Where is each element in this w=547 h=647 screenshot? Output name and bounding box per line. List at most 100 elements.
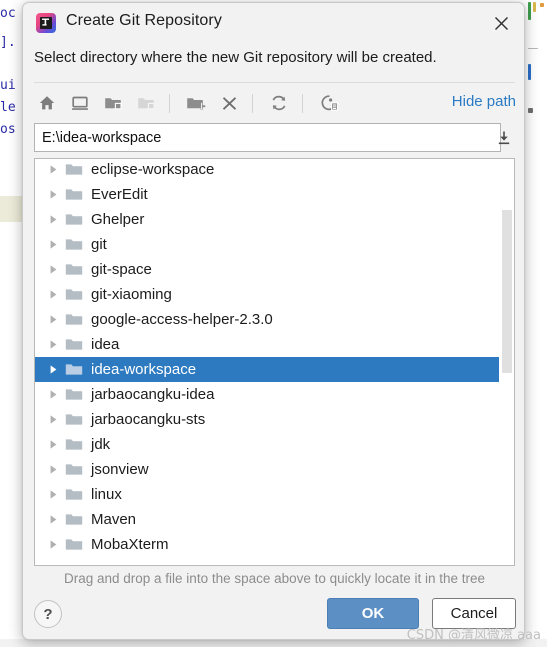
path-field-row bbox=[34, 123, 515, 152]
refresh-icon[interactable] bbox=[265, 88, 293, 118]
background-marker-green bbox=[528, 2, 531, 20]
expand-arrow-icon[interactable] bbox=[48, 264, 65, 275]
tree-item-label: jarbaocangku-sts bbox=[91, 411, 206, 428]
folder-icon bbox=[65, 437, 85, 453]
background-code-fragment: ]. bbox=[0, 35, 16, 50]
delete-icon[interactable] bbox=[215, 88, 243, 118]
toolbar-separator bbox=[169, 94, 170, 113]
tree-item-label: git-xiaoming bbox=[91, 286, 172, 303]
folder-icon bbox=[65, 212, 85, 228]
module-folder-icon bbox=[132, 88, 160, 118]
tree-row[interactable]: idea bbox=[35, 332, 514, 357]
desktop-icon[interactable] bbox=[66, 88, 94, 118]
tree-row[interactable]: eclipse-workspace bbox=[35, 159, 514, 182]
tree-row[interactable]: linux bbox=[35, 482, 514, 507]
cancel-button[interactable]: Cancel bbox=[432, 598, 516, 629]
expand-arrow-icon[interactable] bbox=[48, 514, 65, 525]
tree-item-label: jsonview bbox=[91, 461, 149, 478]
folder-icon bbox=[65, 337, 85, 353]
collapse-down-icon[interactable] bbox=[492, 126, 516, 150]
expand-arrow-icon[interactable] bbox=[48, 364, 65, 375]
show-hidden-files-icon[interactable] bbox=[315, 88, 343, 118]
header-separator bbox=[34, 82, 515, 83]
expand-arrow-icon[interactable] bbox=[48, 539, 65, 550]
expand-arrow-icon[interactable] bbox=[48, 389, 65, 400]
tree-row[interactable]: jsonview bbox=[35, 457, 514, 482]
folder-icon bbox=[65, 537, 85, 553]
dialog-title: Create Git Repository bbox=[66, 12, 222, 29]
folder-icon bbox=[65, 412, 85, 428]
folder-icon bbox=[65, 187, 85, 203]
expand-arrow-icon[interactable] bbox=[48, 239, 65, 250]
folder-icon bbox=[65, 237, 85, 253]
tree-item-label: idea bbox=[91, 336, 120, 353]
expand-arrow-icon[interactable] bbox=[48, 164, 65, 175]
tree-item-label: MobaXterm bbox=[91, 536, 169, 553]
background-marker-orange bbox=[540, 3, 544, 7]
tree-row[interactable]: Ghelper bbox=[35, 207, 514, 232]
expand-arrow-icon[interactable] bbox=[48, 214, 65, 225]
background-code-fragment: le bbox=[0, 100, 16, 115]
tree-row[interactable]: jarbaocangku-idea bbox=[35, 382, 514, 407]
tree-item-label: jdk bbox=[91, 436, 111, 453]
tree-row[interactable]: git-xiaoming bbox=[35, 282, 514, 307]
folder-icon bbox=[65, 362, 85, 378]
toolbar-separator bbox=[302, 94, 303, 113]
expand-arrow-icon[interactable] bbox=[48, 189, 65, 200]
directory-tree-panel[interactable]: eclipse-workspace EverEdit Ghelper git git-s… bbox=[34, 158, 515, 566]
close-icon[interactable] bbox=[486, 9, 516, 37]
ok-button[interactable]: OK bbox=[327, 598, 419, 629]
dialog-titlebar: Create Git Repository bbox=[23, 3, 524, 43]
folder-icon bbox=[65, 287, 85, 303]
expand-arrow-icon[interactable] bbox=[48, 289, 65, 300]
drag-drop-hint: Drag and drop a file into the space abov… bbox=[63, 571, 485, 586]
hide-path-link[interactable]: Hide path bbox=[452, 93, 516, 110]
tree-item-label: Ghelper bbox=[91, 211, 145, 228]
directory-tree-list: eclipse-workspace EverEdit Ghelper git git-s… bbox=[35, 159, 514, 557]
dialog-prompt-text: Select directory where the new Git repos… bbox=[34, 49, 437, 66]
expand-arrow-icon[interactable] bbox=[48, 464, 65, 475]
expand-arrow-icon[interactable] bbox=[48, 489, 65, 500]
tree-item-label: Maven bbox=[91, 511, 137, 528]
tree-row[interactable]: git-space bbox=[35, 257, 514, 282]
background-marker-gray bbox=[528, 48, 538, 49]
tree-row[interactable]: EverEdit bbox=[35, 182, 514, 207]
tree-item-label: jarbaocangku-idea bbox=[91, 386, 215, 403]
background-marker-dark bbox=[528, 108, 533, 113]
folder-icon bbox=[65, 487, 85, 503]
folder-icon bbox=[65, 262, 85, 278]
expand-arrow-icon[interactable] bbox=[48, 414, 65, 425]
home-icon[interactable] bbox=[33, 88, 61, 118]
path-input[interactable] bbox=[34, 123, 501, 152]
folder-icon bbox=[65, 387, 85, 403]
tree-row[interactable]: Maven bbox=[35, 507, 514, 532]
background-code-fragment: os bbox=[0, 122, 16, 137]
background-code-fragment: ui bbox=[0, 78, 16, 93]
tree-row[interactable]: google-access-helper-2.3.0 bbox=[35, 307, 514, 332]
file-chooser-toolbar: Hide path bbox=[23, 88, 524, 120]
project-folder-icon[interactable] bbox=[99, 88, 127, 118]
tree-scrollbar-thumb[interactable] bbox=[501, 209, 513, 374]
tree-row[interactable]: idea-workspace bbox=[35, 357, 514, 382]
folder-icon bbox=[65, 512, 85, 528]
tree-item-label: EverEdit bbox=[91, 186, 148, 203]
folder-icon bbox=[65, 312, 85, 328]
help-button[interactable]: ? bbox=[34, 600, 62, 628]
tree-row[interactable]: git bbox=[35, 232, 514, 257]
expand-arrow-icon[interactable] bbox=[48, 439, 65, 450]
create-git-repository-dialog: Create Git Repository Select directory w… bbox=[22, 2, 525, 640]
background-marker-yellow bbox=[533, 2, 536, 12]
background-marker-blue bbox=[528, 64, 531, 80]
tree-item-label: linux bbox=[91, 486, 122, 503]
background-highlight-patch bbox=[0, 196, 22, 222]
expand-arrow-icon[interactable] bbox=[48, 314, 65, 325]
background-bottom-bar bbox=[0, 639, 547, 647]
tree-row[interactable]: jarbaocangku-sts bbox=[35, 407, 514, 432]
new-folder-icon[interactable] bbox=[182, 88, 210, 118]
folder-icon bbox=[65, 162, 85, 178]
tree-item-label: git-space bbox=[91, 261, 152, 278]
expand-arrow-icon[interactable] bbox=[48, 339, 65, 350]
tree-scrollbar-track[interactable] bbox=[499, 159, 514, 565]
tree-row[interactable]: jdk bbox=[35, 432, 514, 457]
tree-row[interactable]: MobaXterm bbox=[35, 532, 514, 557]
